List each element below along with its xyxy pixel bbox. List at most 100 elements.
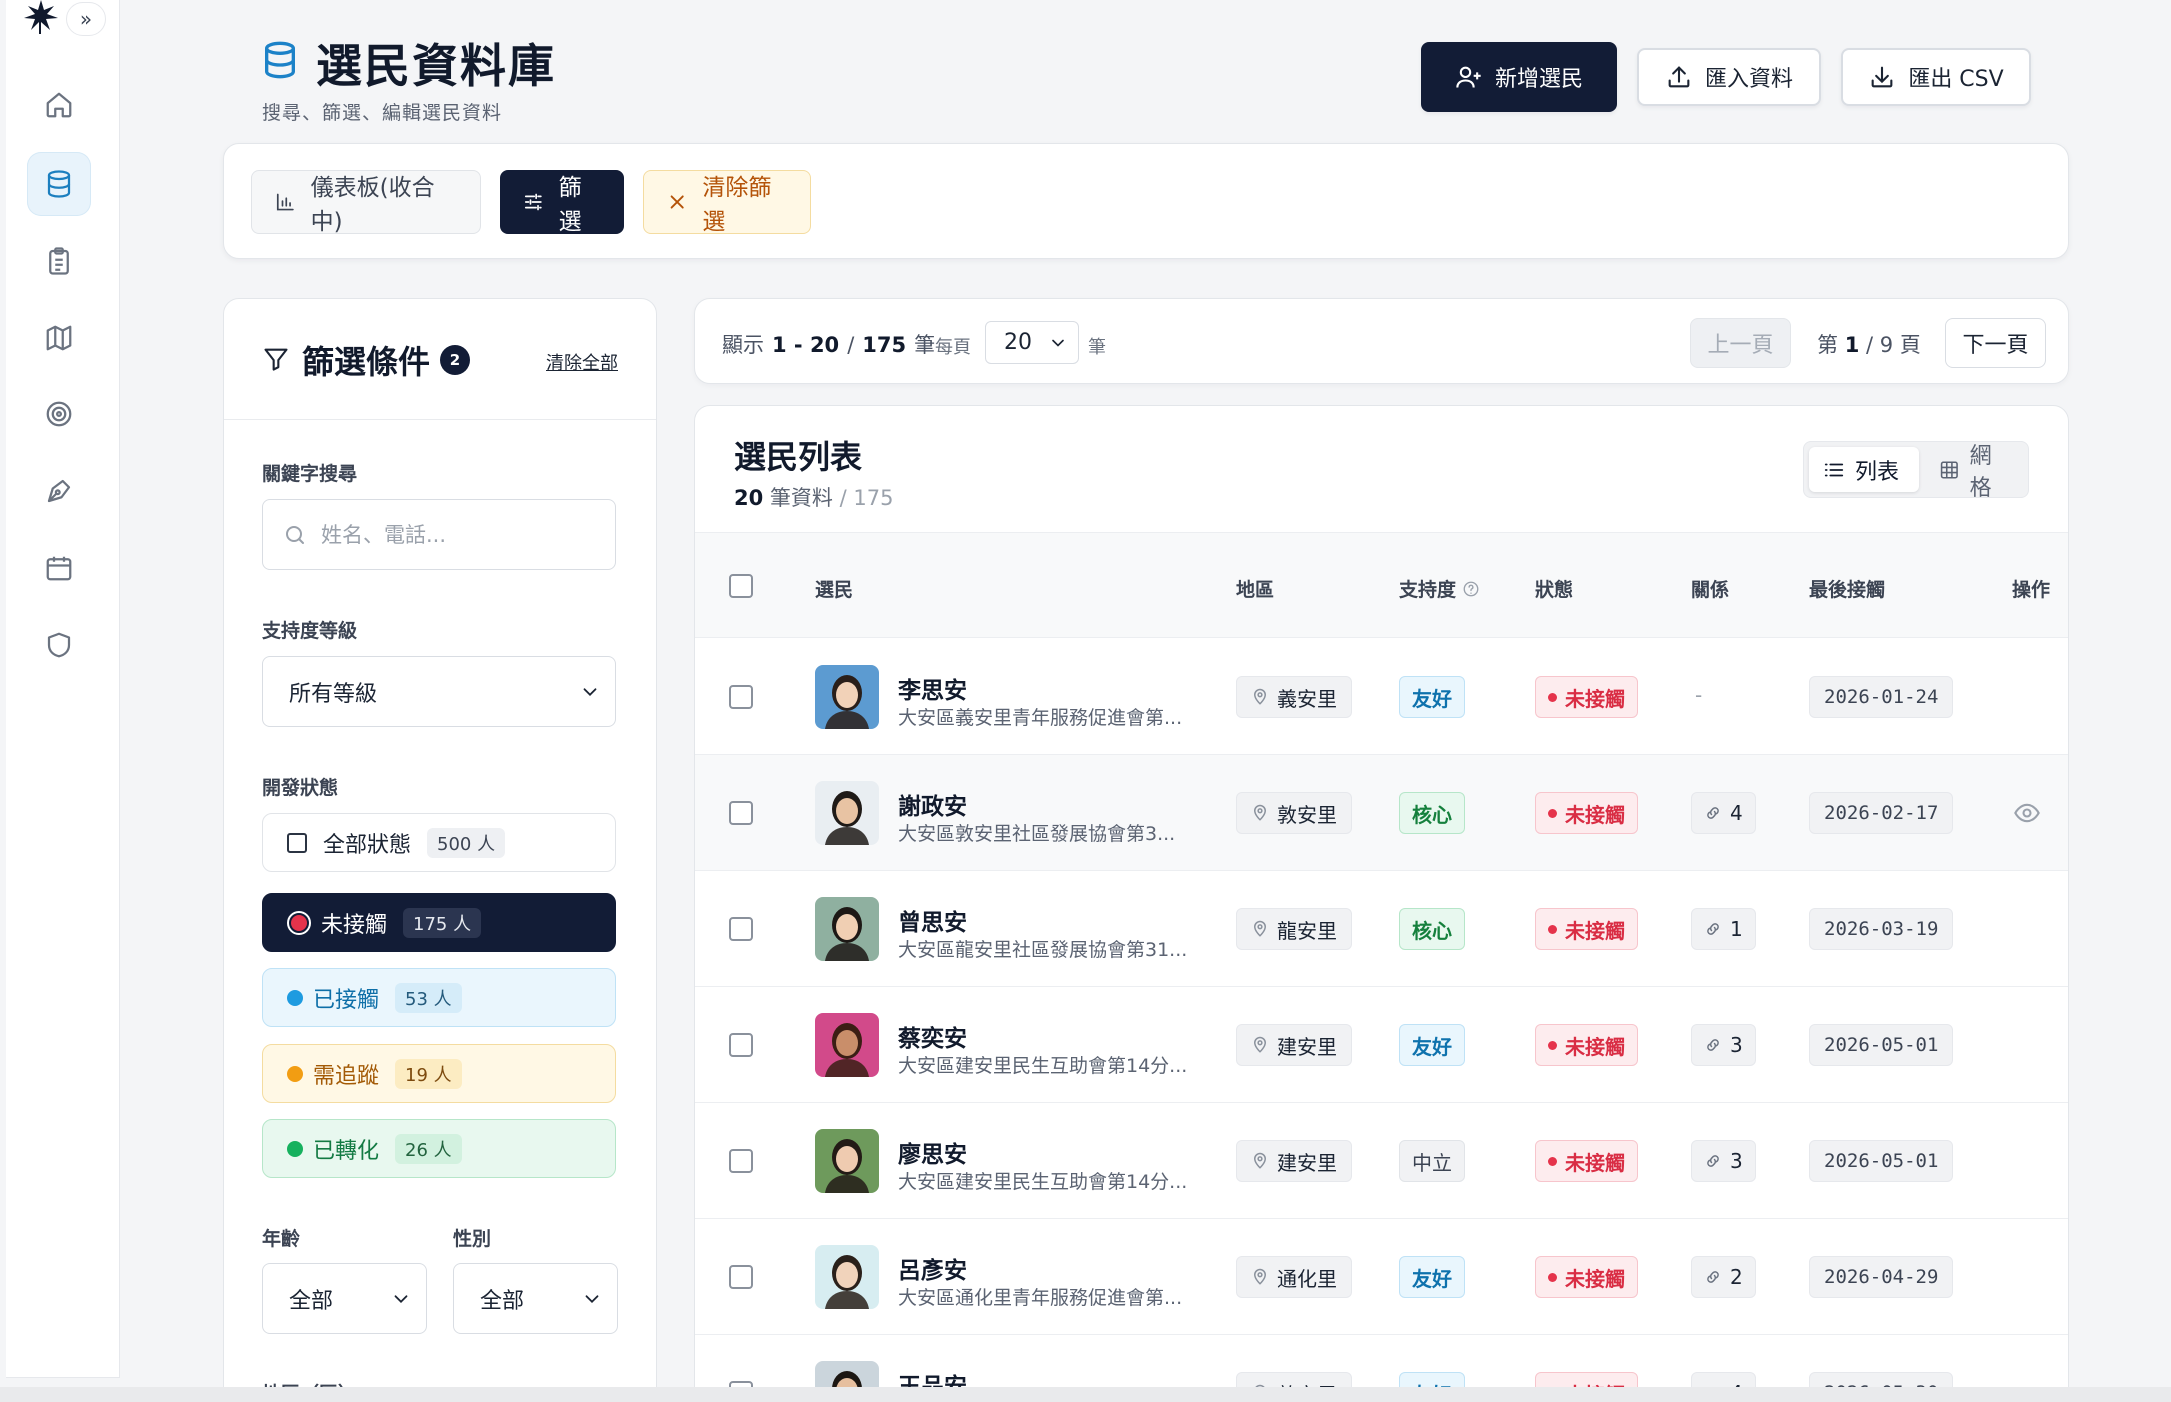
map-pin-icon (1253, 688, 1267, 705)
close-icon (670, 195, 684, 209)
age-value: 全部 (289, 1288, 334, 1314)
add-voter-button[interactable]: 新增選民 (1421, 42, 1617, 112)
area-chip: 敦安里 (1236, 792, 1352, 834)
filter-label: 篩選 (558, 175, 582, 235)
last-contact-date: 2026-04-29 (1809, 1256, 1954, 1298)
chevron-down-icon (585, 1295, 599, 1304)
dashboard-toggle-button[interactable]: 儀表板(收合中) (251, 170, 481, 235)
next-page-button[interactable]: 下一頁 (1945, 318, 2046, 368)
voter-name: 曾思安 (898, 910, 967, 936)
support-badge: 友好 (1399, 676, 1465, 718)
clipboard-icon (49, 247, 69, 275)
nav-content[interactable] (27, 459, 91, 523)
support-badge: 核心 (1399, 792, 1465, 834)
clear-all-filters-link[interactable]: 清除全部 (546, 349, 618, 375)
grid-view-label: 網格 (1969, 443, 1992, 501)
nav-targets[interactable] (27, 382, 91, 446)
status-filter-followup[interactable]: 需追蹤 19 人 (262, 1044, 616, 1103)
nav-database[interactable] (27, 152, 91, 216)
status-badge: 未接觸 (1535, 1140, 1638, 1182)
relation-chip[interactable]: 2 (1691, 1256, 1756, 1298)
relation-empty: - (1695, 683, 1703, 707)
table-row[interactable]: 曾思安 大安區龍安里社區發展協會第31... 龍安里 核心 未接觸 1 2026… (695, 871, 2068, 987)
row-checkbox[interactable] (729, 801, 753, 825)
status-badge: 未接觸 (1535, 908, 1638, 950)
table-row[interactable]: 謝政安 大安區敦安里社區發展協會第3... 敦安里 核心 未接觸 4 2026-… (695, 755, 2068, 871)
view-voter-button[interactable] (2013, 799, 2041, 827)
avatar (815, 781, 879, 845)
export-csv-button[interactable]: 匯出 CSV (1841, 48, 2031, 106)
row-checkbox[interactable] (729, 917, 753, 941)
result-range-sep: / (847, 333, 855, 357)
link-icon (1707, 1155, 1719, 1167)
area-chip: 通化里 (1236, 1256, 1352, 1298)
status-filter-all[interactable]: 全部狀態 500 人 (262, 813, 616, 872)
database-title-icon (260, 40, 300, 80)
help-circle-icon[interactable] (1462, 580, 1480, 598)
area-label: 通化里 (1277, 1266, 1337, 1291)
relation-chip[interactable]: 1 (1691, 908, 1756, 950)
chevron-down-icon (583, 688, 597, 697)
nav-tasks[interactable] (27, 229, 91, 293)
select-all-checkbox[interactable] (729, 574, 753, 598)
nav-map[interactable] (27, 306, 91, 370)
result-range-text: 顯示 1 - 20 / 175 筆 (722, 329, 935, 359)
filter-button[interactable]: 篩選 (500, 170, 624, 235)
area-chip: 建安里 (1236, 1024, 1352, 1066)
list-view-button[interactable]: 列表 (1809, 447, 1919, 492)
gender-select[interactable]: 全部 (453, 1263, 618, 1334)
status-filter-converted[interactable]: 已轉化 26 人 (262, 1119, 616, 1178)
search-icon (286, 525, 304, 544)
page-prefix: 第 (1817, 333, 1838, 357)
page-sep: / (1866, 333, 1874, 357)
status-dot-icon (1548, 692, 1557, 702)
prev-page-button[interactable]: 上一頁 (1690, 318, 1791, 368)
avatar (815, 665, 879, 729)
table-row[interactable]: 呂彥安 大安區通化里青年服務促進會第... 通化里 友好 未接觸 2 2026-… (695, 1219, 2068, 1335)
status-filter-uncontacted-count: 175 人 (403, 907, 482, 938)
eye-icon (2014, 803, 2040, 823)
nav-calendar[interactable] (27, 536, 91, 600)
voter-list-count: 20 筆資料 / 175 (734, 482, 893, 512)
star-logo-icon (22, 0, 60, 34)
table-row[interactable]: 李思安 大安區義安里青年服務促進會第... 義安里 友好 未接觸 - 2026-… (695, 639, 2068, 755)
per-page-select[interactable]: 20 (985, 321, 1079, 364)
table-row[interactable]: 蔡奕安 大安區建安里民生互助會第14分... 建安里 友好 未接觸 3 2026… (695, 987, 2068, 1103)
database-icon (47, 170, 71, 198)
nav-home[interactable] (27, 73, 91, 137)
status-label: 未接觸 (1565, 1150, 1625, 1175)
keyword-search-input[interactable] (321, 522, 601, 547)
sidebar-expand-button[interactable]: » (66, 2, 106, 36)
last-contact-date: 2026-02-17 (1809, 792, 1954, 834)
nav-security[interactable] (27, 613, 91, 677)
link-icon (1707, 807, 1719, 819)
sliders-icon (524, 193, 542, 211)
keyword-search-field[interactable] (262, 499, 616, 570)
page-title: 選民資料庫 (316, 39, 556, 93)
status-filter-contacted[interactable]: 已接觸 53 人 (262, 968, 616, 1027)
relation-chip[interactable]: 3 (1691, 1140, 1756, 1182)
area-label: 敦安里 (1277, 802, 1337, 827)
row-checkbox[interactable] (729, 1265, 753, 1289)
avatar (815, 897, 879, 961)
relation-chip[interactable]: 4 (1691, 792, 1756, 834)
status-dot-icon (1548, 1272, 1557, 1282)
status-dot-icon (1548, 924, 1557, 934)
clear-filter-button[interactable]: 清除篩選 (643, 170, 811, 235)
support-level-select[interactable]: 所有等級 (262, 656, 616, 727)
age-select[interactable]: 全部 (262, 1263, 427, 1334)
table-row[interactable]: 廖思安 大安區建安里民生互助會第14分... 建安里 中立 未接觸 3 2026… (695, 1103, 2068, 1219)
row-checkbox[interactable] (729, 685, 753, 709)
area-label: 建安里 (1277, 1034, 1337, 1059)
import-button[interactable]: 匯入資料 (1637, 48, 1821, 106)
row-checkbox[interactable] (729, 1149, 753, 1173)
row-checkbox[interactable] (729, 1033, 753, 1057)
status-filter-uncontacted[interactable]: 未接觸 175 人 (262, 893, 616, 952)
grid-view-button[interactable]: 網格 (1925, 444, 2025, 501)
avatar (815, 1013, 879, 1077)
bar-chart-icon (276, 193, 294, 211)
relation-chip[interactable]: 3 (1691, 1024, 1756, 1066)
link-icon (1707, 1039, 1719, 1051)
status-filter-converted-count: 26 人 (395, 1133, 462, 1164)
status-filter-all-label: 全部狀態 (323, 832, 412, 858)
